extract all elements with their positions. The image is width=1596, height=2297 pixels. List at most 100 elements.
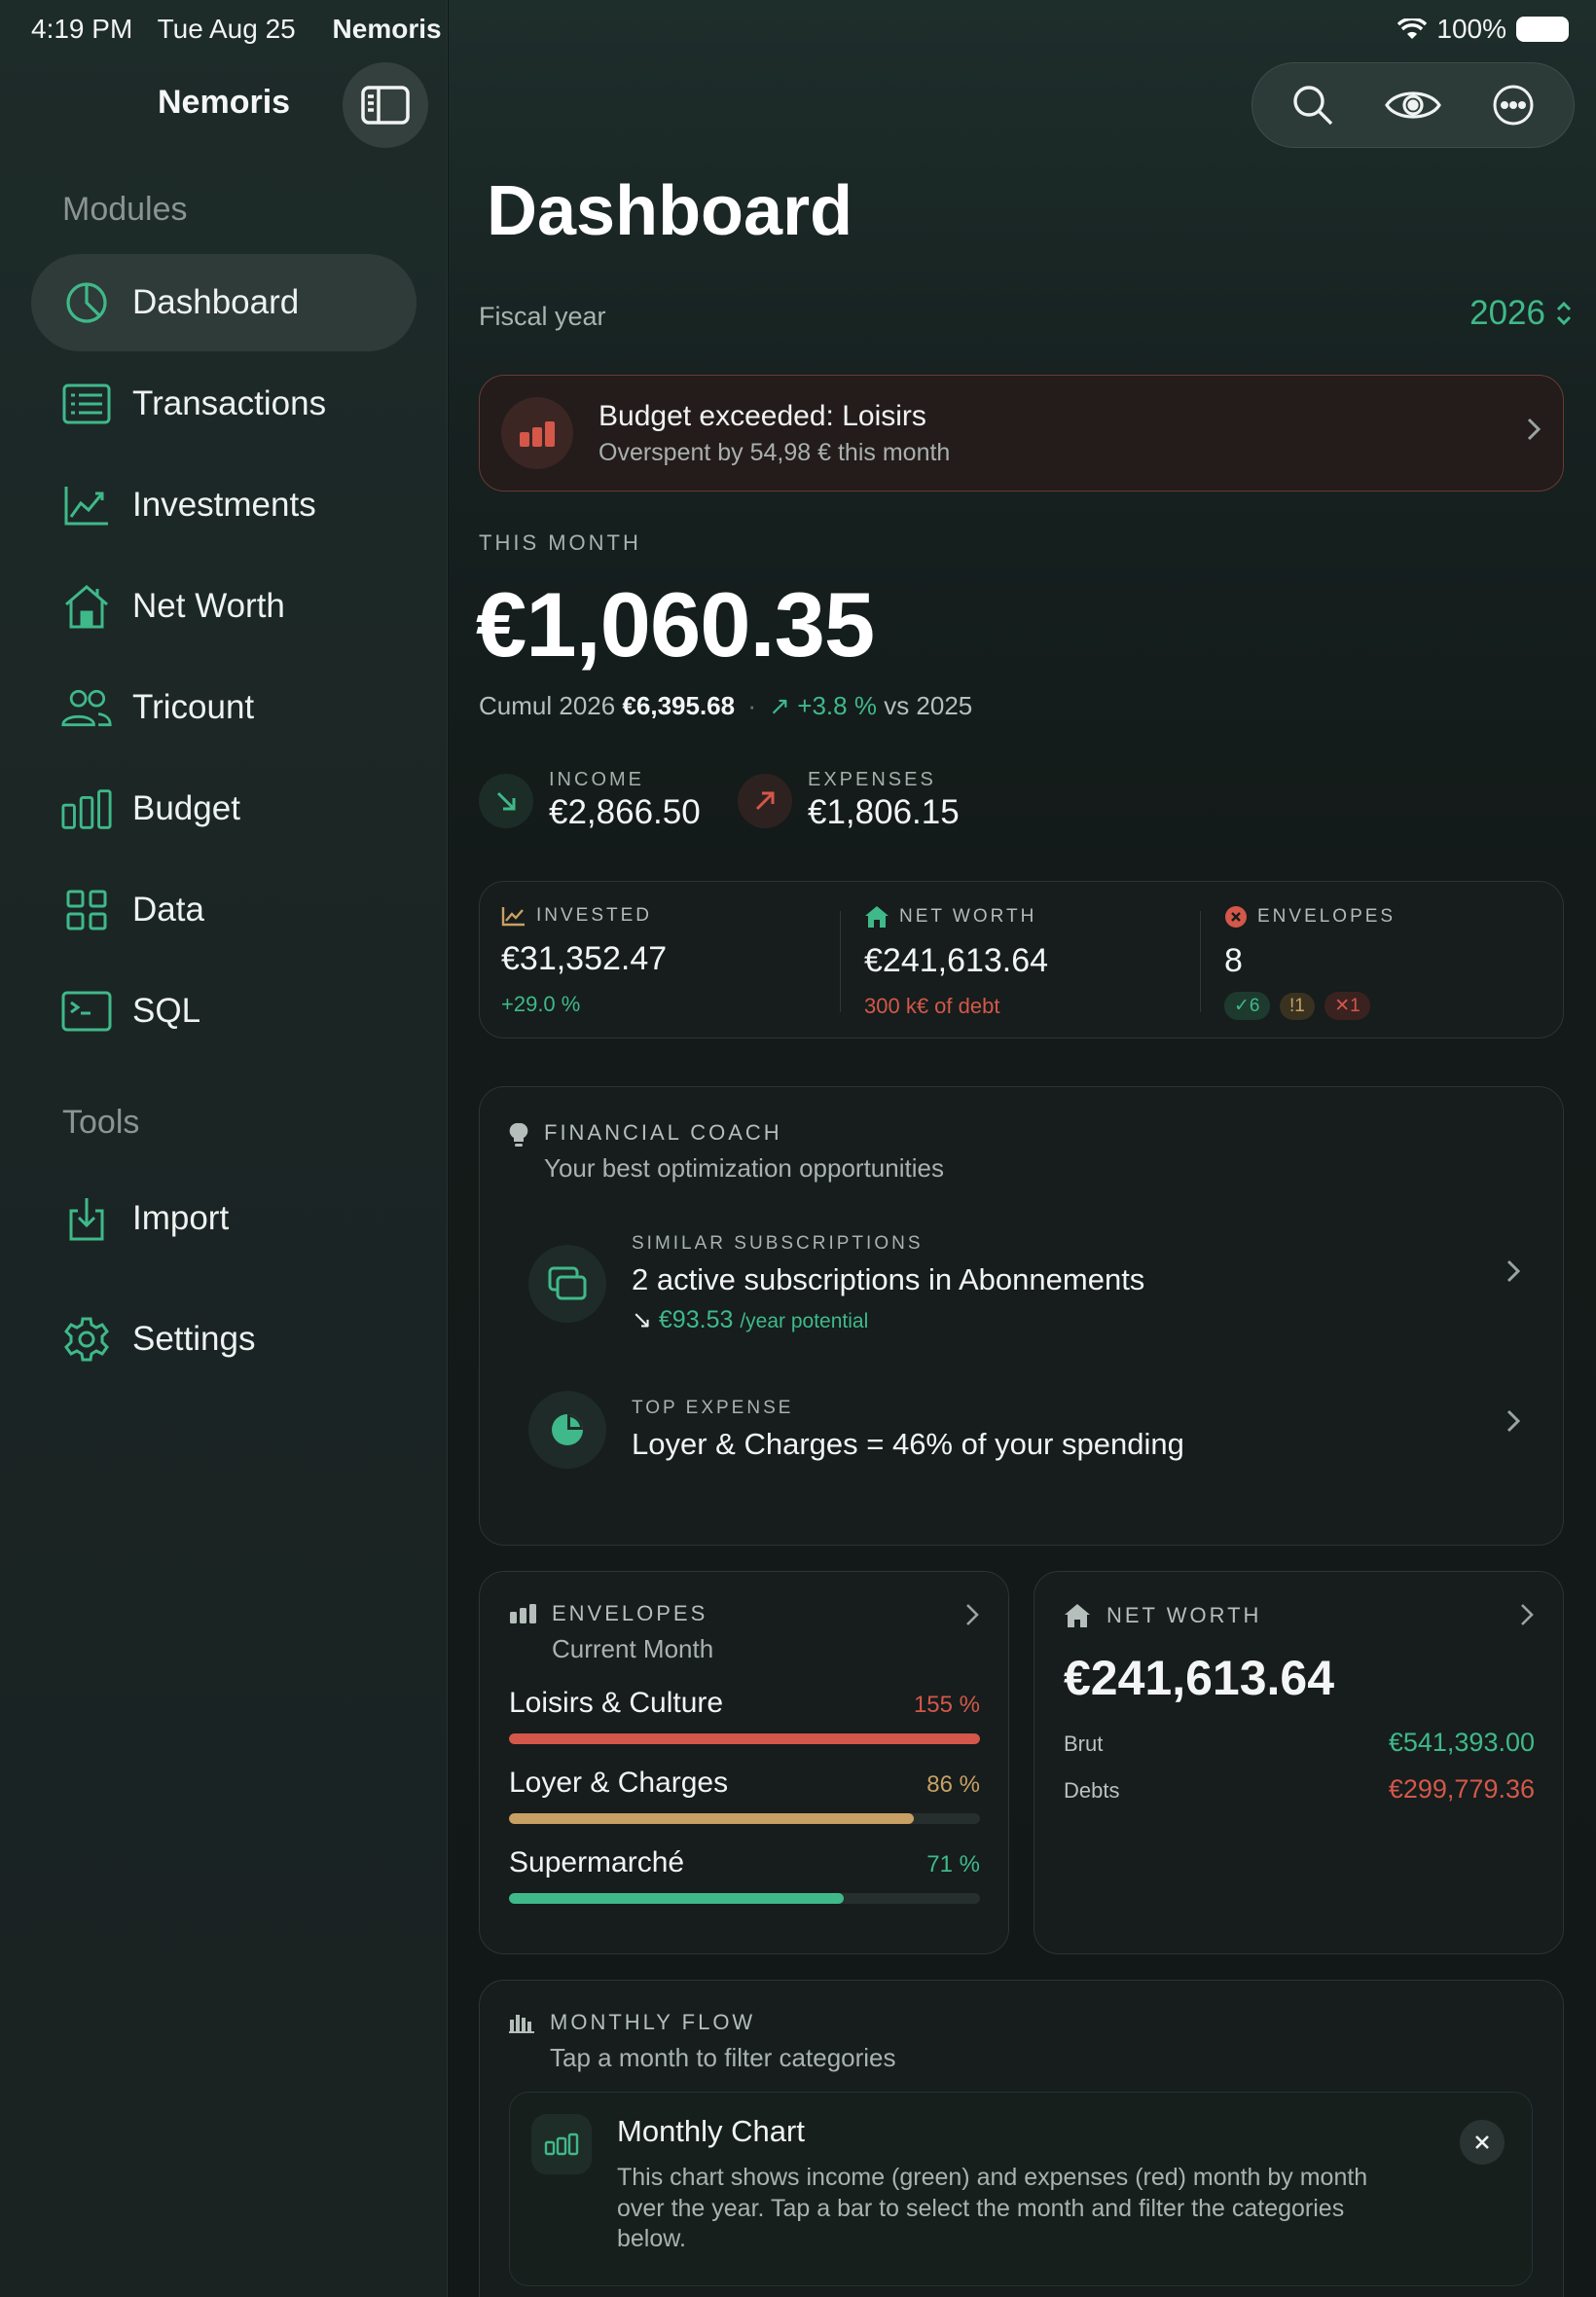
pie-chart-icon <box>528 1391 606 1469</box>
income-label: INCOME <box>549 769 644 790</box>
sidebar-item-label: Settings <box>132 1320 256 1358</box>
house-icon <box>60 580 113 633</box>
coach-item-subscriptions[interactable]: SIMILAR SUBSCRIPTIONS 2 active subscript… <box>528 1233 1521 1334</box>
sidebar-item-import[interactable]: Import <box>31 1170 417 1267</box>
this-month-amount: €1,060.35 <box>476 573 875 675</box>
sidebar: 4:19 PM Tue Aug 25 Nemoris Nemoris Modul… <box>0 0 448 2297</box>
budget-alert-banner[interactable]: Budget exceeded: Loisirs Overspent by 54… <box>479 375 1564 492</box>
envelope-progress-track <box>509 1813 980 1824</box>
list-icon <box>60 378 113 430</box>
bar-chart-icon <box>510 1604 536 1623</box>
close-tip-button[interactable] <box>1460 2120 1505 2165</box>
arrow-up-right-icon: ↗ <box>769 691 791 720</box>
sidebar-item-data[interactable]: Data <box>31 861 417 959</box>
envelope-row[interactable]: Loyer & Charges 86 % <box>509 1767 980 1824</box>
chevron-right-icon <box>1527 418 1542 441</box>
envelopes-count: 8 <box>1224 942 1243 979</box>
envelope-progress-fill <box>509 1733 980 1744</box>
net-worth-label: NET WORTH <box>899 906 1037 927</box>
arrow-down-right-icon <box>479 773 533 828</box>
sidebar-item-label: Tricount <box>132 688 255 726</box>
chevron-up-down-icon <box>1556 301 1572 326</box>
debts-value: €299,779.36 <box>1388 1774 1535 1804</box>
fiscal-year-label: Fiscal year <box>479 302 606 331</box>
envelope-row[interactable]: Supermarché 71 % <box>509 1846 980 1904</box>
sidebar-title: Nemoris <box>158 84 291 121</box>
status-bar-right: 100% <box>1397 14 1569 45</box>
divider <box>1200 911 1201 1012</box>
cumul-line: Cumul 2026 €6,395.68 · ↗ +3.8 % vs 2025 <box>479 691 972 721</box>
tip-title: Monthly Chart <box>617 2114 805 2148</box>
house-icon <box>865 906 889 928</box>
search-icon <box>1292 86 1332 126</box>
status-app-name: Nemoris <box>332 14 442 44</box>
envelope-percent: 71 % <box>926 1851 980 1878</box>
lightbulb-icon <box>509 1122 528 1147</box>
separator-dot: · <box>747 691 757 720</box>
gear-icon <box>60 1313 113 1366</box>
sidebar-item-transactions[interactable]: Transactions <box>31 355 417 453</box>
battery-percent: 100% <box>1436 14 1506 44</box>
brut-row: Brut €541,393.00 <box>1064 1728 1535 1758</box>
envelopes-stat[interactable]: ENVELOPES 8 ✓6 !1 ✕1 <box>1224 905 1396 1020</box>
coach-item-top-expense[interactable]: TOP EXPENSE Loyer & Charges = 46% of you… <box>528 1391 1521 1469</box>
chevron-right-icon <box>1506 1259 1521 1283</box>
tools-section-label: Tools <box>62 1104 140 1141</box>
chevron-right-icon <box>1521 1604 1534 1625</box>
house-icon <box>1065 1604 1090 1627</box>
search-button[interactable] <box>1278 70 1348 140</box>
expenses-value: €1,806.15 <box>808 793 960 831</box>
sidebar-item-budget[interactable]: Budget <box>31 760 417 857</box>
fiscal-year-selector[interactable]: 2026 <box>1469 294 1573 333</box>
monthly-chart-tip: Monthly Chart This chart shows income (g… <box>509 2092 1533 2286</box>
coach-title: FINANCIAL COACH <box>544 1120 782 1145</box>
trend-chart-icon <box>501 907 525 927</box>
sidebar-item-label: Investments <box>132 486 316 524</box>
arrow-up-right-icon <box>738 773 792 828</box>
net-worth-card-value: €241,613.64 <box>1064 1651 1335 1705</box>
invested-stat[interactable]: INVESTED €31,352.47 +29.0 % <box>501 905 667 1017</box>
coach-item-text: 2 active subscriptions in Abonnements <box>632 1262 1145 1296</box>
net-worth-card[interactable]: NET WORTH €241,613.64 Brut €541,393.00 D… <box>1034 1571 1564 1954</box>
expenses-label: EXPENSES <box>808 769 936 790</box>
sidebar-item-label: SQL <box>132 992 201 1030</box>
invested-value: €31,352.47 <box>501 940 668 977</box>
sidebar-item-label: Import <box>132 1199 230 1237</box>
sidebar-item-label: Budget <box>132 789 240 827</box>
x-circle-icon <box>1225 906 1247 928</box>
invested-change: +29.0 % <box>501 992 581 1016</box>
envelope-row[interactable]: Loisirs & Culture 155 % <box>509 1687 980 1744</box>
brut-label: Brut <box>1064 1732 1104 1756</box>
cumul-change: +3.8 % <box>797 691 877 720</box>
sidebar-item-investments[interactable]: Investments <box>31 456 417 554</box>
envelope-name: Supermarché <box>509 1846 685 1878</box>
net-worth-card-title: NET WORTH <box>1106 1603 1262 1627</box>
envelope-name: Loyer & Charges <box>509 1767 729 1799</box>
envelopes-card[interactable]: ENVELOPES Current Month Loisirs & Cultur… <box>479 1571 1009 1954</box>
sidebar-item-settings[interactable]: Settings <box>31 1291 417 1388</box>
coach-item-tag: TOP EXPENSE <box>632 1398 794 1418</box>
sidebar-item-tricount[interactable]: Tricount <box>31 659 417 756</box>
sidebar-item-sql[interactable]: SQL <box>31 963 417 1060</box>
chevron-right-icon <box>1506 1409 1521 1433</box>
cumul-vs: vs 2025 <box>884 691 973 720</box>
debts-label: Debts <box>1064 1778 1120 1803</box>
close-icon <box>1475 2135 1489 2149</box>
sidebar-toggle-button[interactable] <box>343 62 428 148</box>
alert-title: Budget exceeded: Loisirs <box>598 399 926 432</box>
coach-item-text: Loyer & Charges = 46% of your spending <box>632 1427 1184 1461</box>
envelope-progress-track <box>509 1733 980 1744</box>
bar-chart-icon <box>531 2114 592 2174</box>
brut-value: €541,393.00 <box>1388 1728 1535 1757</box>
status-date: Tue Aug 25 <box>157 14 296 44</box>
more-button[interactable] <box>1478 70 1548 140</box>
envelopes-over-badge: ✕1 <box>1324 992 1370 1020</box>
sidebar-item-dashboard[interactable]: Dashboard <box>31 254 417 351</box>
sidebar-item-label: Dashboard <box>132 283 300 321</box>
arrow-down-right-icon: ↘ <box>632 1306 652 1333</box>
sidebar-item-net-worth[interactable]: Net Worth <box>31 558 417 655</box>
net-worth-stat[interactable]: NET WORTH €241,613.64 300 k€ of debt <box>864 905 1048 1019</box>
envelopes-card-title: ENVELOPES <box>552 1601 708 1625</box>
page-title: Dashboard <box>487 172 853 250</box>
privacy-toggle-button[interactable] <box>1378 70 1448 140</box>
